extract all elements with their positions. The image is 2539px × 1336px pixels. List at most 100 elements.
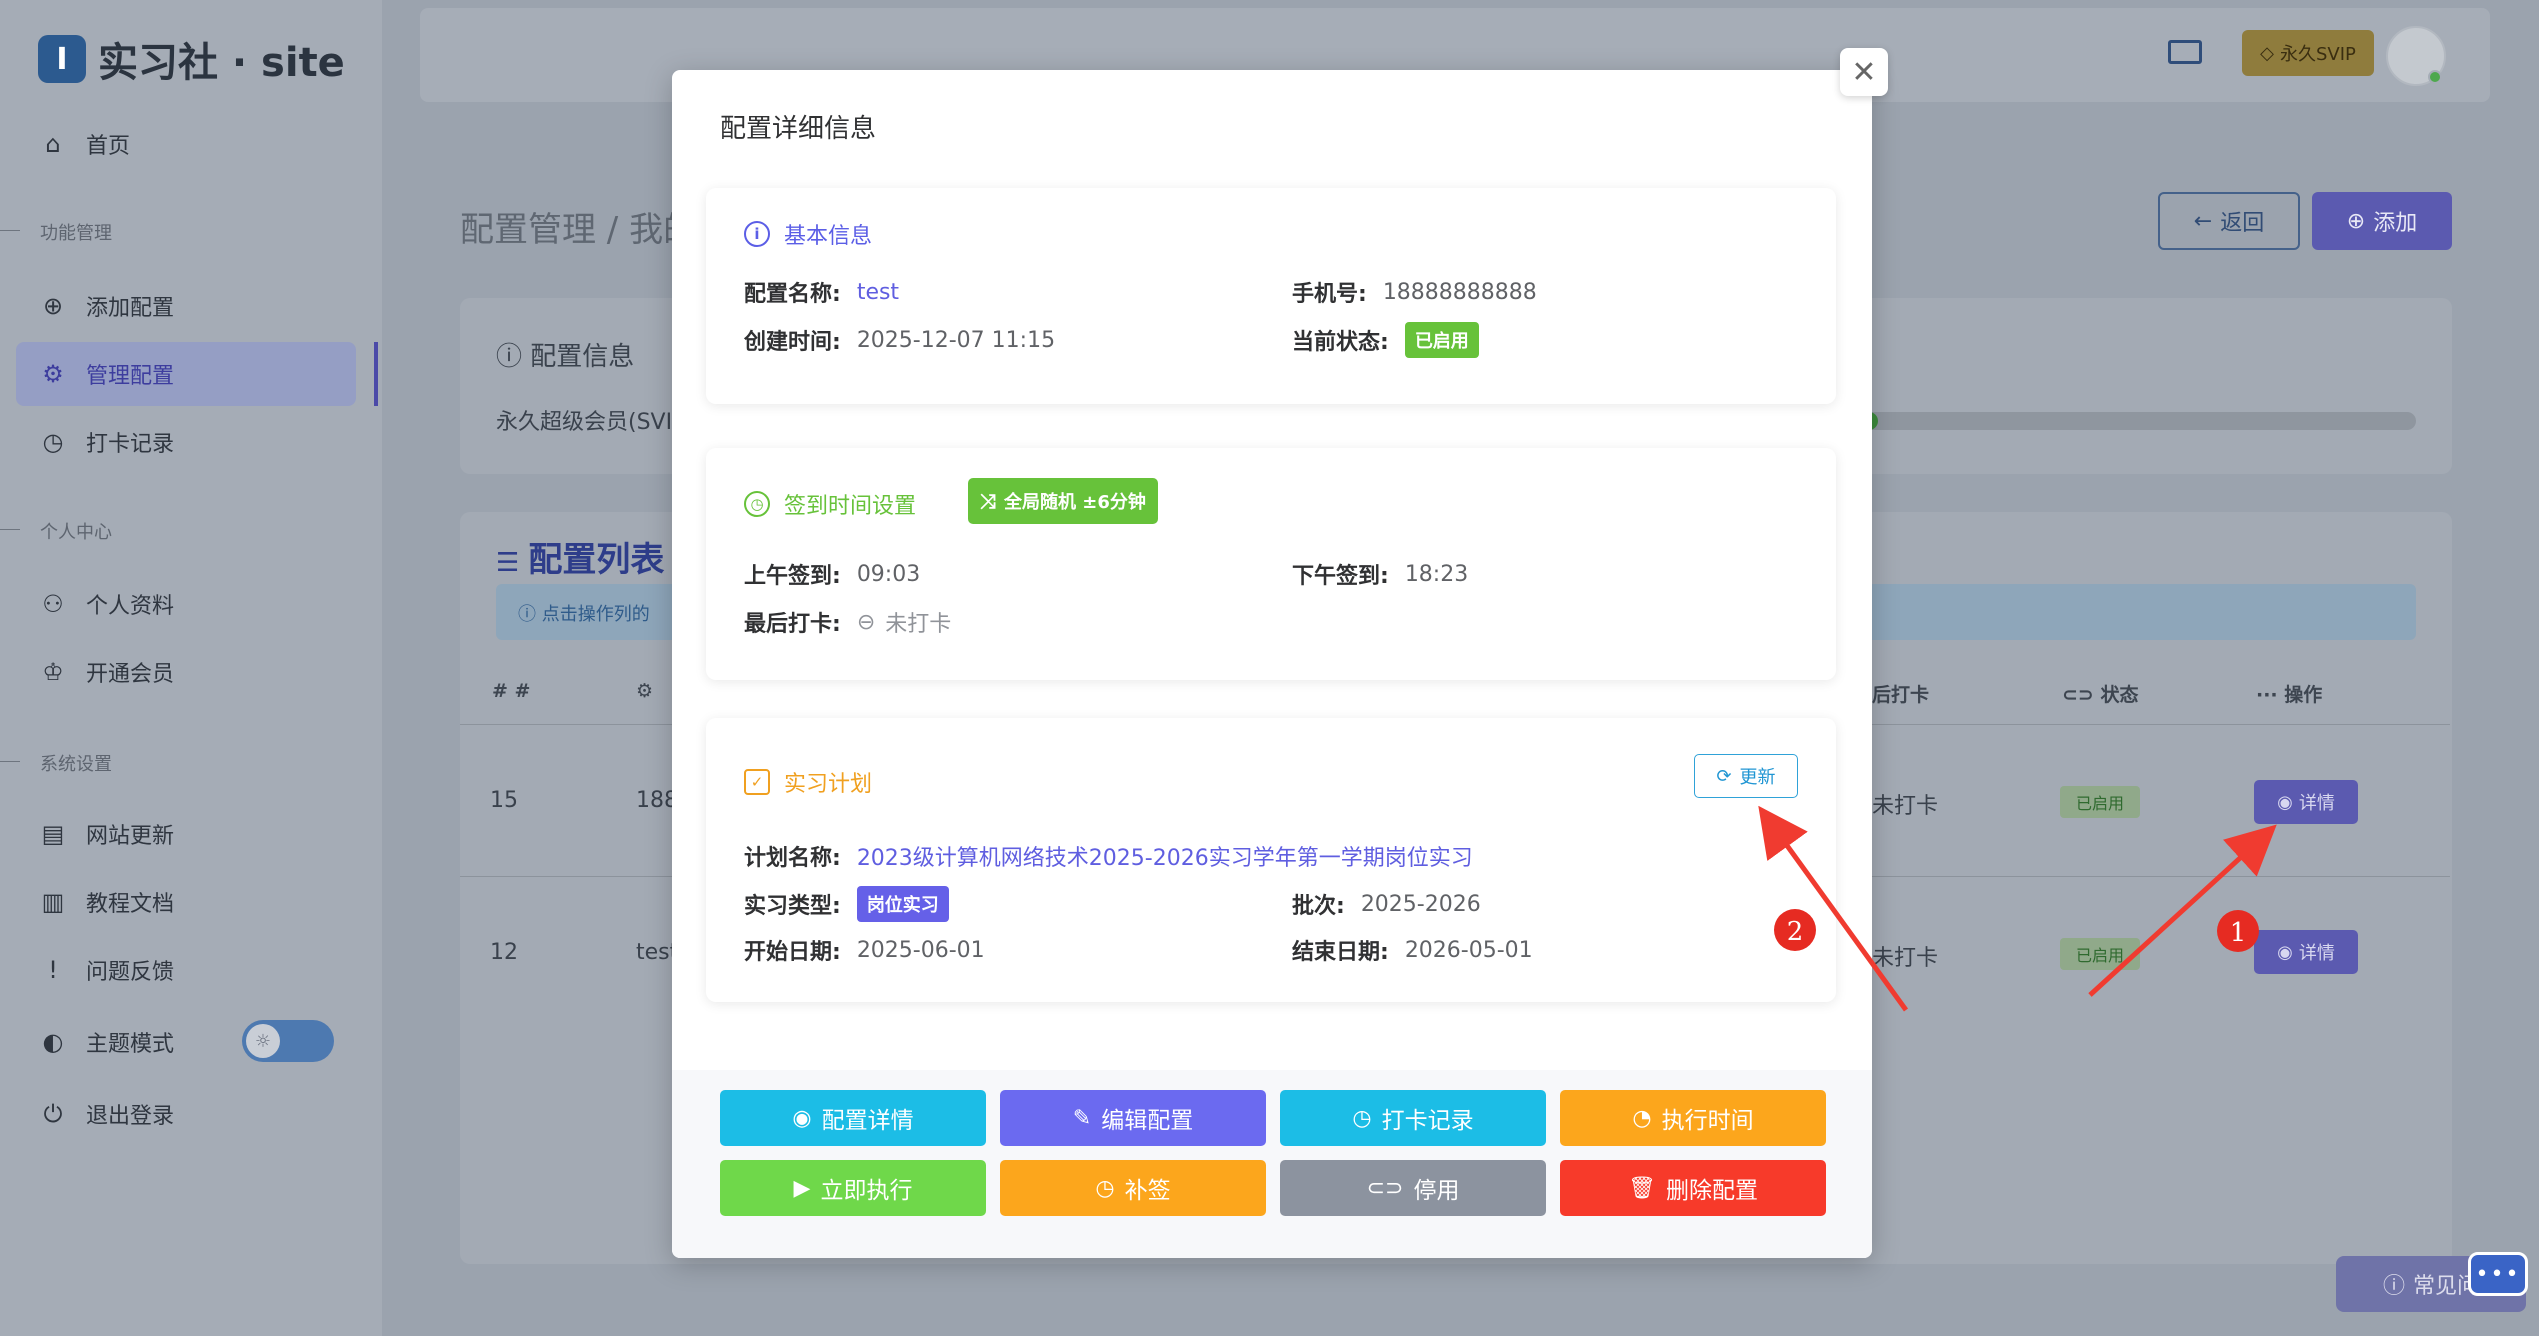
back-button[interactable]: ← 返回: [2158, 192, 2300, 250]
sidebar-item-label: 问题反馈: [86, 960, 175, 985]
field-value: 2025-12-07 11:15: [856, 327, 1056, 353]
table-row-id: 12: [490, 940, 518, 965]
minus-circle-icon: ⊖: [856, 609, 876, 635]
sidebar-item-checkin-records[interactable]: ◷ 打卡记录: [38, 426, 175, 458]
toggle-off-icon: ⊂⊃: [1366, 1175, 1404, 1201]
col-header-action: ··· 操作: [2256, 684, 2323, 706]
close-icon: ✕: [1851, 54, 1877, 90]
svip-badge[interactable]: ◇ 永久SVIP: [2242, 30, 2374, 76]
online-status-dot: [2428, 70, 2442, 84]
config-detail-modal: 配置详细信息 i 基本信息 配置名称: test 手机号: 1888888888…: [672, 70, 1872, 1258]
add-button[interactable]: ⊕ 添加: [2312, 192, 2452, 250]
field-value: test: [856, 279, 900, 305]
button-label: 打卡记录: [1381, 1108, 1474, 1134]
sidebar-item-feedback[interactable]: ! 问题反馈: [38, 954, 174, 986]
field-label: 下午签到:: [1292, 564, 1389, 589]
detail-button[interactable]: ◉ 详情: [2254, 780, 2358, 824]
morning-checkin-field: 上午签到: 09:03: [744, 558, 920, 590]
hint-text: ⓘ 点击操作列的: [518, 604, 650, 625]
eye-icon: ◉: [2277, 941, 2293, 963]
start-date-field: 开始日期: 2025-06-01: [744, 934, 985, 966]
clock-icon: ◷: [744, 491, 770, 517]
history-icon: ◷: [42, 428, 64, 456]
theme-toggle[interactable]: ☼: [242, 1020, 334, 1062]
field-value: 2025-06-01: [856, 937, 985, 963]
sidebar-item-membership[interactable]: ♔ 开通会员: [38, 656, 174, 688]
list-icon: ☰: [496, 548, 529, 578]
config-detail-button[interactable]: ◉ 配置详情: [720, 1090, 986, 1146]
status-badge: 已启用: [1404, 322, 1479, 358]
eye-icon: ◉: [2277, 791, 2293, 813]
sun-icon: ☼: [246, 1024, 280, 1058]
exec-time-button[interactable]: ◔ 执行时间: [1560, 1090, 1826, 1146]
gear-icon: ⚙: [42, 360, 64, 388]
power-icon: ⏻: [43, 1100, 63, 1128]
info-icon: ⓘ: [496, 342, 531, 372]
sidebar-item-logout[interactable]: ⏻ 退出登录: [38, 1098, 175, 1130]
ellipsis-icon: ···: [2256, 684, 2285, 706]
button-label: 立即执行: [820, 1178, 913, 1204]
field-label: 结束日期:: [1292, 940, 1389, 965]
sidebar-item-site-update[interactable]: ▤ 网站更新: [38, 818, 174, 850]
last-checkin-field: 最后打卡: ⊖ 未打卡: [744, 606, 951, 638]
sidebar-item-theme: ◐ 主题模式: [38, 1026, 175, 1058]
config-name-field: 配置名称: test: [744, 276, 899, 308]
internship-plan-heading: ✓ 实习计划: [744, 766, 872, 798]
plus-circle-icon: ⊕: [2346, 208, 2366, 234]
batch-field: 批次: 2025-2026: [1292, 888, 1481, 920]
chat-icon[interactable]: •••: [2468, 1252, 2528, 1296]
info-icon: i: [744, 221, 770, 247]
arrow-left-icon: ←: [2193, 208, 2213, 234]
plan-name-field: 计划名称: 2023级计算机网络技术2025-2026实习学年第一学期岗位实习: [744, 840, 1473, 872]
close-modal-button[interactable]: ✕: [1840, 48, 1888, 96]
alert-icon: !: [48, 956, 58, 984]
basic-info-heading: i 基本信息: [744, 218, 872, 250]
refresh-label: 更新: [1739, 767, 1776, 788]
quota-progress-track: [1860, 412, 2416, 430]
type-badge: 岗位实习: [856, 886, 949, 922]
field-label: 开始日期:: [744, 940, 841, 965]
field-value: 18:23: [1404, 561, 1469, 587]
internship-plan-section: ✓ 实习计划 ⟳ 更新 计划名称: 2023级计算机网络技术2025-2026实…: [706, 718, 1836, 1002]
sidebar-item-home[interactable]: ⌂ 首页: [38, 128, 130, 160]
field-label: 上午签到:: [744, 564, 841, 589]
palette-icon: ◐: [42, 1028, 64, 1056]
delete-config-button[interactable]: 🗑 删除配置: [1560, 1160, 1826, 1216]
button-label: 补签: [1124, 1178, 1171, 1204]
logo-text: 实习社 · site: [98, 40, 345, 86]
status-badge: 已启用: [2060, 786, 2140, 818]
logo-icon: I: [38, 35, 86, 83]
sidebar-section-personal: 个人中心: [0, 518, 112, 544]
afternoon-checkin-field: 下午签到: 18:23: [1292, 558, 1468, 590]
refresh-icon: ⟳: [1716, 765, 1732, 787]
button-label: 删除配置: [1665, 1178, 1758, 1204]
sidebar-item-manage-config[interactable]: ⚙ 管理配置: [38, 358, 174, 390]
makeup-checkin-button[interactable]: ◷ 补签: [1000, 1160, 1266, 1216]
run-now-button[interactable]: ▶ 立即执行: [720, 1160, 986, 1216]
history-icon: ◷: [1352, 1105, 1372, 1131]
mail-icon[interactable]: [2168, 40, 2202, 64]
field-value: 未打卡: [885, 612, 952, 637]
button-label: 编辑配置: [1101, 1108, 1194, 1134]
status-badge: 已启用: [2060, 938, 2140, 970]
app-logo[interactable]: I 实习社 · site: [38, 30, 345, 88]
col-header-last: 后打卡: [1872, 684, 1930, 706]
checkin-records-button[interactable]: ◷ 打卡记录: [1280, 1090, 1546, 1146]
col-header-hash: # #: [492, 680, 531, 702]
sidebar-item-label: 网站更新: [86, 824, 175, 849]
sidebar-item-docs[interactable]: ▥ 教程文档: [38, 886, 174, 918]
detail-button[interactable]: ◉ 详情: [2254, 930, 2358, 974]
phone-field: 手机号: 18888888888: [1292, 276, 1537, 308]
field-label: 创建时间:: [744, 330, 841, 355]
clock-icon: ◔: [1632, 1105, 1652, 1131]
heading-label: 基本信息: [784, 224, 873, 249]
internship-type-field: 实习类型: 岗位实习: [744, 886, 949, 922]
disable-button[interactable]: ⊂⊃ 停用: [1280, 1160, 1546, 1216]
sidebar-item-add-config[interactable]: ⊕ 添加配置: [38, 290, 174, 322]
edit-config-button[interactable]: ✎ 编辑配置: [1000, 1090, 1266, 1146]
sidebar-item-label: 退出登录: [86, 1104, 175, 1129]
tag-label: 全局随机 ±6分钟: [1004, 492, 1146, 513]
refresh-plan-button[interactable]: ⟳ 更新: [1694, 754, 1798, 798]
sidebar-item-profile[interactable]: ⚇ 个人资料: [38, 588, 174, 620]
table-row-last: 未打卡: [1872, 946, 1939, 971]
